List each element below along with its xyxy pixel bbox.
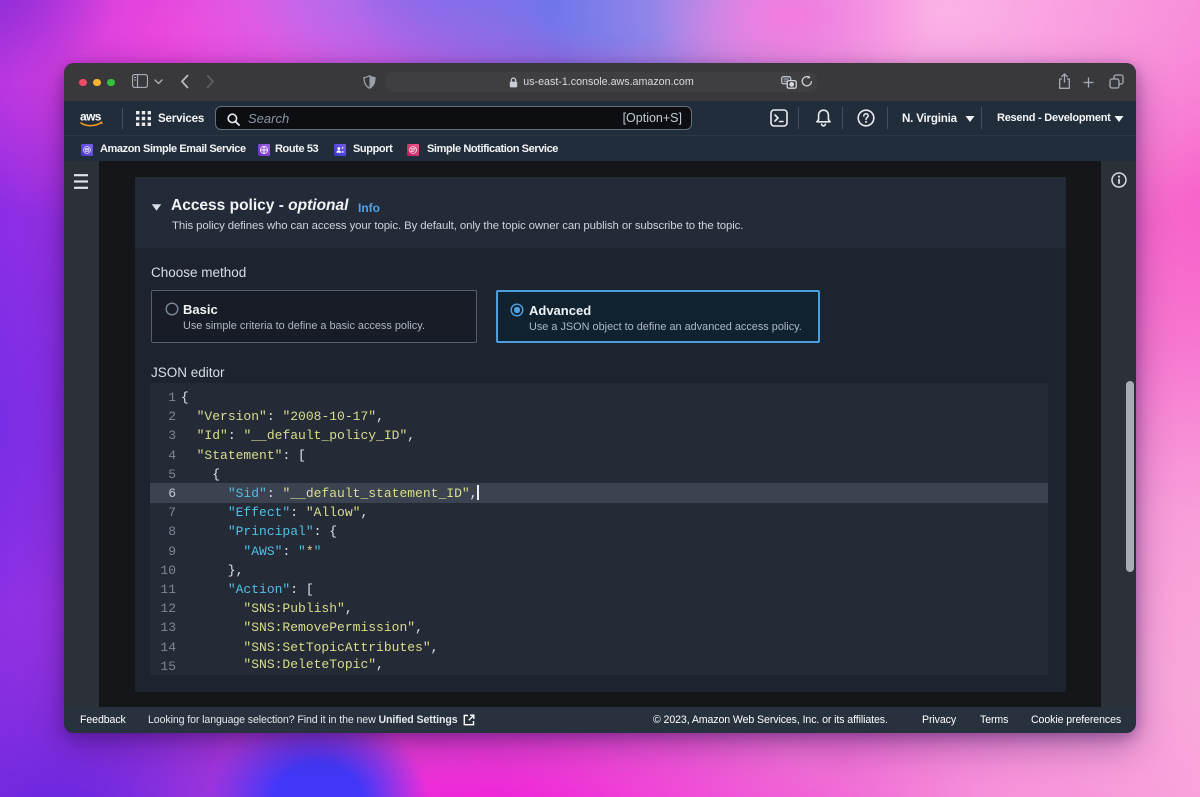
svg-text:aws: aws — [80, 110, 102, 124]
